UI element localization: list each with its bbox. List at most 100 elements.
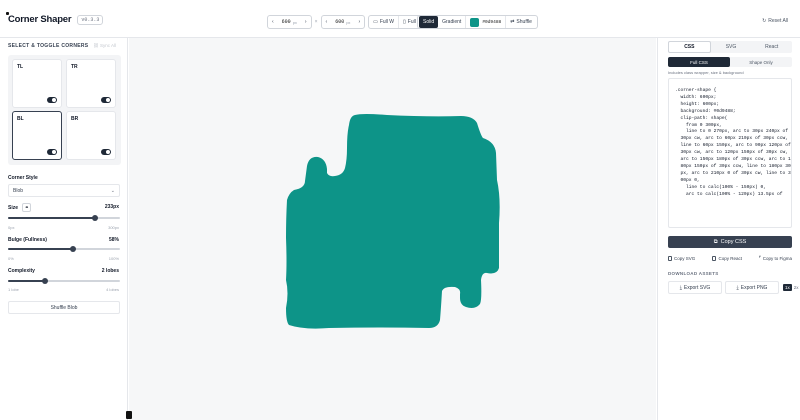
code-tabs: CSS SVG React (668, 41, 792, 53)
copy-icon (668, 255, 672, 261)
tab-react[interactable]: React (751, 41, 792, 53)
copy-figma-button[interactable]: ꟳ Copy to Figma (759, 252, 792, 264)
copy-css-button[interactable]: ⧉ Copy CSS (668, 236, 792, 248)
height-minus-button[interactable]: ‹ (322, 16, 332, 28)
color-swatch (470, 17, 480, 27)
fill-gradient-button[interactable]: Gradient (438, 16, 465, 28)
height-value: 600 (335, 19, 345, 25)
complexity-slider[interactable] (8, 278, 120, 284)
corner-tr[interactable]: TR (66, 59, 116, 108)
figma-icon: ꟳ (759, 255, 761, 260)
copy-icon: ⧉ (713, 238, 718, 245)
bulge-slider[interactable] (8, 246, 120, 252)
shuffle-label: Shuffle (516, 19, 532, 25)
export-png-label: Export PNG (740, 284, 768, 291)
bulge-max: 100% (108, 256, 119, 261)
css-mode-tabs: Full CSS Shape Only (668, 57, 792, 67)
tab-css[interactable]: CSS (668, 41, 711, 53)
fill-solid-button[interactable]: Solid (419, 16, 439, 28)
shuffle-button[interactable]: ⇄ Shuffle (505, 16, 536, 28)
complexity-slider-fill (8, 280, 45, 282)
app-title: Corner Shaper (8, 14, 72, 25)
reset-all-button[interactable]: ↻ Reset All (762, 18, 788, 24)
refresh-icon: ↻ (762, 18, 767, 24)
code-text: .corner-shape { width: 600px; height: 60… (675, 88, 791, 197)
size-max: 300px (108, 225, 119, 230)
full-width-icon: ▭ (373, 19, 378, 25)
corner-label: TL (17, 64, 24, 70)
width-group: ‹ 600 px › (267, 15, 312, 29)
height-unit: px (346, 19, 351, 25)
copy-svg-button[interactable]: Copy SVG (668, 252, 695, 264)
copy-icon (712, 255, 717, 261)
link-size-icon[interactable]: ⚭ (22, 203, 32, 212)
size-slider[interactable] (8, 215, 120, 221)
bulge-value: 58% (108, 237, 119, 243)
corner-tl[interactable]: TL (12, 59, 62, 108)
complexity-value: 2 lobes (101, 268, 119, 274)
reset-all-label: Reset All (768, 18, 788, 24)
size-slider-thumb[interactable] (92, 215, 99, 221)
size-label: Size (8, 204, 19, 211)
corner-tr-toggle[interactable] (101, 97, 111, 103)
left-panel: SELECT & TOGGLE CORNERS ⛓ Sync All TL TR… (0, 38, 128, 420)
corner-label: BR (71, 116, 79, 122)
corner-tl-toggle[interactable] (47, 97, 57, 103)
download-icon: ⤓ (736, 284, 739, 291)
size-label-row: Size ⚭ (8, 203, 32, 212)
color-picker[interactable]: #0d9488 (465, 16, 505, 28)
copy-actions: Copy SVG Copy React ꟳ Copy to Figma (668, 252, 792, 264)
corner-br[interactable]: BR (66, 111, 116, 160)
height-field[interactable]: 600 px (331, 16, 354, 28)
width-plus-button[interactable]: › (301, 16, 311, 28)
export-svg-button[interactable]: ⤓ Export SVG (668, 281, 722, 294)
scale-2x[interactable]: 2x (792, 284, 800, 291)
complexity-slider-thumb[interactable] (41, 278, 48, 284)
corner-style-select[interactable]: Blob ⌄ (8, 184, 120, 197)
png-scale-toggle: 1x 2x (783, 283, 800, 292)
complexity-max: 4 lobes (106, 287, 119, 292)
preview-canvas (126, 38, 656, 420)
scale-1x[interactable]: 1x (783, 284, 792, 291)
subtab-shape-only[interactable]: Shape Only (730, 57, 792, 67)
export-png-button[interactable]: ⤓ Export PNG (725, 281, 779, 294)
shuffle-blob-button[interactable]: Shuffle Blob (8, 301, 120, 314)
corner-bl-toggle[interactable] (47, 149, 57, 155)
full-width-label: Full W (379, 19, 395, 25)
width-minus-button[interactable]: ‹ (268, 16, 278, 28)
fill-controls: Solid Gradient #0d9488 ⇄ Shuffle (417, 15, 538, 29)
bulge-min: 0% (8, 256, 14, 261)
times-sign: × (314, 19, 318, 25)
chevron-down-icon: ⌄ (110, 187, 115, 194)
bulge-slider-thumb[interactable] (69, 246, 76, 252)
size-value: 233px (104, 204, 119, 210)
subtab-full-css[interactable]: Full CSS (668, 57, 730, 67)
section-title: SELECT & TOGGLE CORNERS (8, 43, 89, 49)
fill-mode-group: Solid Gradient #0d9488 ⇄ Shuffle (417, 15, 538, 29)
complexity-label: Complexity (8, 268, 35, 274)
sync-all-button[interactable]: ⛓ Sync All (93, 43, 116, 49)
corner-br-toggle[interactable] (101, 149, 111, 155)
height-plus-button[interactable]: › (354, 16, 364, 28)
brand: Corner Shaper v0.3.3 (6, 12, 104, 25)
version-badge: v0.3.3 (77, 14, 104, 25)
width-field[interactable]: 600 px (278, 16, 301, 28)
download-title: DOWNLOAD ASSETS (668, 271, 719, 276)
bulge-label: Bulge (Fullness) (8, 237, 47, 243)
tab-svg[interactable]: SVG (711, 41, 752, 53)
copy-react-button[interactable]: Copy React (712, 252, 742, 264)
export-actions: ⤓ Export SVG ⤓ Export PNG 1x 2x (668, 281, 800, 294)
link-icon: ⛓ (93, 43, 99, 48)
corner-bl[interactable]: BL (12, 111, 62, 160)
sync-all-label: Sync All (99, 43, 116, 48)
size-controls: ‹ 600 px › × ‹ 600 px › ▭ Full W ▯ Full … (267, 15, 439, 29)
color-hex: #0d9488 (482, 19, 502, 25)
code-output[interactable]: .corner-shape { width: 600px; height: 60… (668, 78, 792, 228)
full-height-icon: ▯ (403, 19, 406, 25)
full-width-button[interactable]: ▭ Full W (369, 16, 398, 28)
corner-style-value: Blob (13, 187, 24, 194)
copy-figma-label: Copy to Figma (762, 255, 792, 261)
height-group: ‹ 600 px › (320, 15, 366, 29)
corner-shape (286, 114, 500, 329)
shuffle-icon: ⇄ (510, 19, 515, 25)
